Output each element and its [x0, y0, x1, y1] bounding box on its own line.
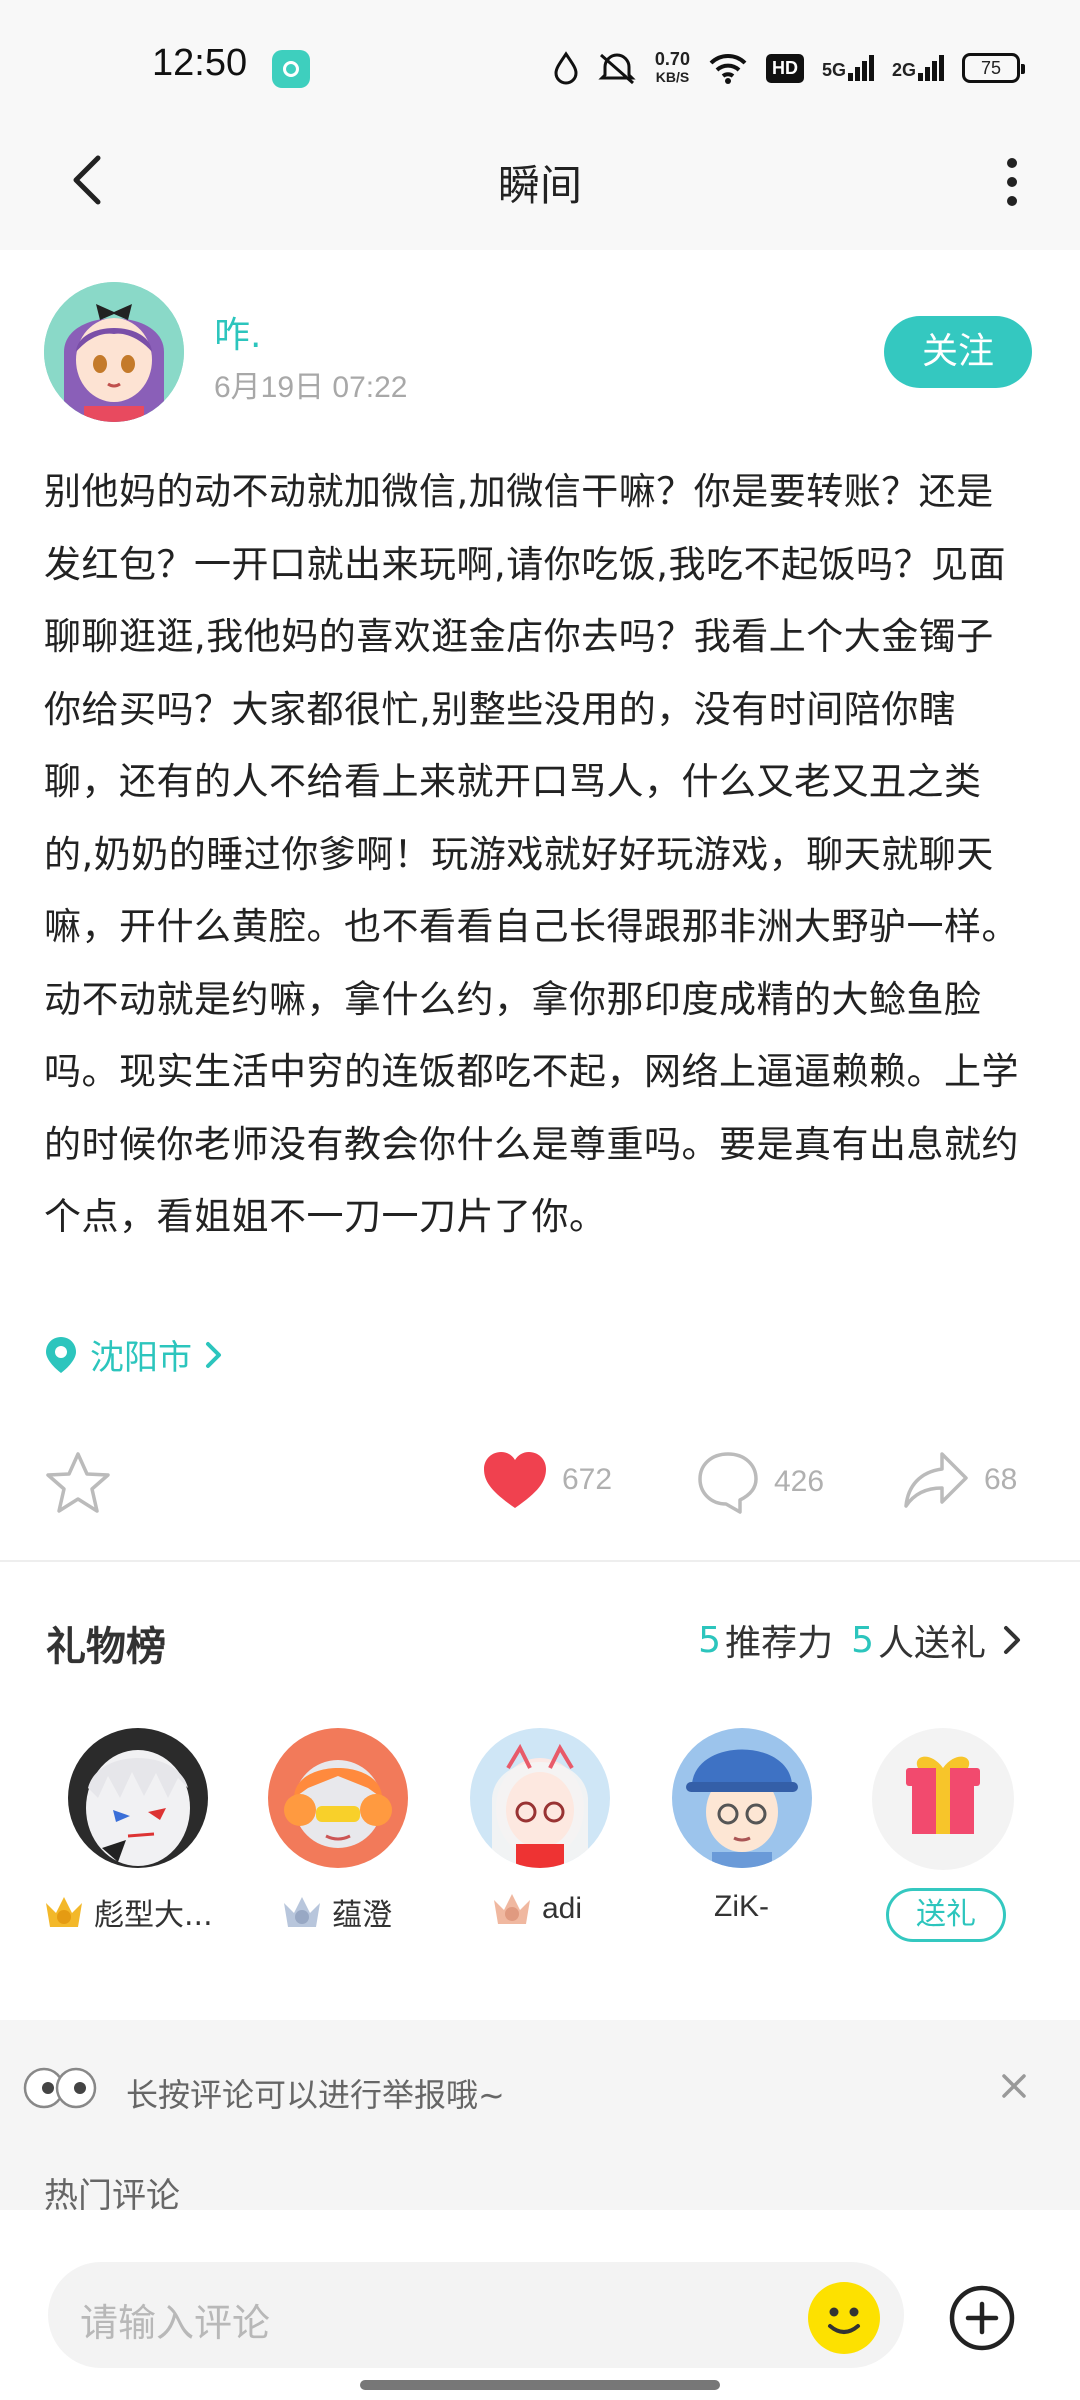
plus-circle-icon	[949, 2285, 1015, 2351]
like-button[interactable]: 672	[482, 1450, 612, 1510]
avatar-illustration	[470, 1728, 610, 1868]
heart-icon	[484, 1452, 546, 1508]
recommend-count: 5	[698, 1619, 722, 1661]
gift-ranking-title: 礼物榜	[46, 1624, 166, 1670]
gifter-label-4: ZiK-	[714, 1890, 769, 1924]
net-speed: 0.70 KB/S	[655, 50, 690, 86]
app-notification-icon	[272, 50, 310, 88]
comment-bar: 请输入评论	[0, 2210, 1080, 2400]
signal-2g-label: 2G	[891, 60, 916, 80]
close-icon	[1002, 2074, 1026, 2098]
add-attachment-button[interactable]	[948, 2284, 1016, 2352]
status-time: 12:50	[152, 42, 248, 84]
avatar-illustration	[672, 1728, 812, 1868]
comments-area: 长按评论可以进行举报哦~ 热门评论	[0, 2020, 1080, 2216]
follow-button[interactable]: 关注	[884, 316, 1032, 388]
drop-icon	[554, 51, 578, 85]
more-dot-icon	[1007, 158, 1017, 168]
comment-count: 426	[774, 1465, 825, 1498]
eyes-icon	[23, 2067, 97, 2109]
recommend-label: 推荐力	[725, 1623, 834, 1664]
mute-icon	[598, 53, 636, 85]
avatar-illustration	[44, 282, 184, 422]
report-tip: 长按评论可以进行举报哦~	[126, 2076, 505, 2114]
signal-2g-icon: 2G	[892, 55, 944, 81]
location-label: 沈阳市	[90, 1338, 192, 1378]
more-options-button[interactable]	[992, 152, 1032, 212]
gifter-avatar-2[interactable]	[268, 1728, 408, 1868]
share-count: 68	[984, 1463, 1018, 1496]
more-dot-icon	[1007, 177, 1017, 187]
author-name[interactable]: 咋.	[214, 306, 261, 358]
givers-label: 人送礼	[877, 1623, 986, 1664]
chevron-right-icon	[206, 1341, 221, 1368]
chevron-right-icon	[1004, 1626, 1020, 1654]
like-count: 672	[562, 1463, 613, 1496]
status-bar: 12:50 0.70 KB/S HD 5G 2G 75	[0, 0, 1080, 110]
close-tip-button[interactable]	[994, 2066, 1034, 2106]
location-link[interactable]: 沈阳市	[44, 1330, 224, 1379]
post-content: 别他妈的动不动就加微信,加微信干嘛？你是要转账？还是发红包？一开口就出来玩啊,请…	[44, 470, 1019, 1238]
gifter-label-1: 彪型大...	[42, 1890, 213, 1934]
gifter-avatar-3[interactable]	[470, 1728, 610, 1868]
avatar-illustration	[268, 1728, 408, 1868]
battery-icon: 75	[962, 53, 1025, 83]
page-title: 瞬间	[497, 161, 582, 210]
gifter-avatar-1[interactable]	[68, 1728, 208, 1868]
emoji-button[interactable]	[808, 2282, 880, 2354]
section-divider	[0, 1560, 1080, 1562]
gifter-label-3: adi	[490, 1890, 582, 1928]
share-arrow-icon	[904, 1452, 968, 1508]
comment-bubble-icon	[698, 1452, 758, 1514]
wifi-icon	[709, 53, 747, 84]
hd-badge: HD	[765, 53, 804, 83]
givers-count: 5	[851, 1619, 874, 1661]
gifter-label-2: 蕴澄	[280, 1890, 392, 1934]
gift-box-button[interactable]	[872, 1728, 1014, 1870]
favorite-button[interactable]	[44, 1450, 112, 1516]
gifter-name: ZiK-	[714, 1890, 769, 1923]
post-time: 6月19日 07:22	[214, 371, 408, 404]
author-avatar[interactable]	[44, 282, 184, 422]
more-dot-icon	[1007, 196, 1017, 206]
title-bar: 瞬间	[0, 110, 1080, 250]
gifter-name: 彪型大...	[94, 1898, 213, 1933]
net-speed-unit: KB/S	[655, 69, 690, 85]
signal-5g-icon: 5G	[822, 55, 874, 81]
share-button[interactable]: 68	[902, 1450, 1017, 1510]
crown-gold-icon	[46, 1897, 82, 1927]
net-speed-value: 0.70	[654, 49, 690, 69]
avatar-illustration	[68, 1728, 208, 1868]
gifter-name: adi	[542, 1892, 583, 1925]
home-indicator[interactable]	[360, 2380, 720, 2390]
comment-button[interactable]: 426	[696, 1450, 824, 1514]
star-icon	[46, 1452, 110, 1513]
location-pin-icon	[46, 1336, 76, 1373]
gift-stats-link[interactable]: 5 推荐力 5 人送礼	[698, 1614, 1026, 1666]
smiley-icon	[828, 2307, 860, 2334]
signal-5g-label: 5G	[821, 60, 846, 80]
crown-bronze-icon	[494, 1894, 530, 1924]
comment-input-placeholder: 请输入评论	[80, 2301, 271, 2345]
status-icons: 0.70 KB/S HD 5G 2G 75	[553, 44, 1025, 92]
send-gift-button[interactable]: 送礼	[886, 1888, 1006, 1942]
crown-silver-icon	[284, 1897, 320, 1927]
post-actions: 672 426 68	[0, 1450, 1080, 1540]
gifter-name: 蕴澄	[332, 1898, 392, 1933]
comment-input[interactable]: 请输入评论	[48, 2262, 904, 2368]
gift-box-icon	[906, 1756, 980, 1834]
gifter-avatar-4[interactable]	[672, 1728, 812, 1868]
